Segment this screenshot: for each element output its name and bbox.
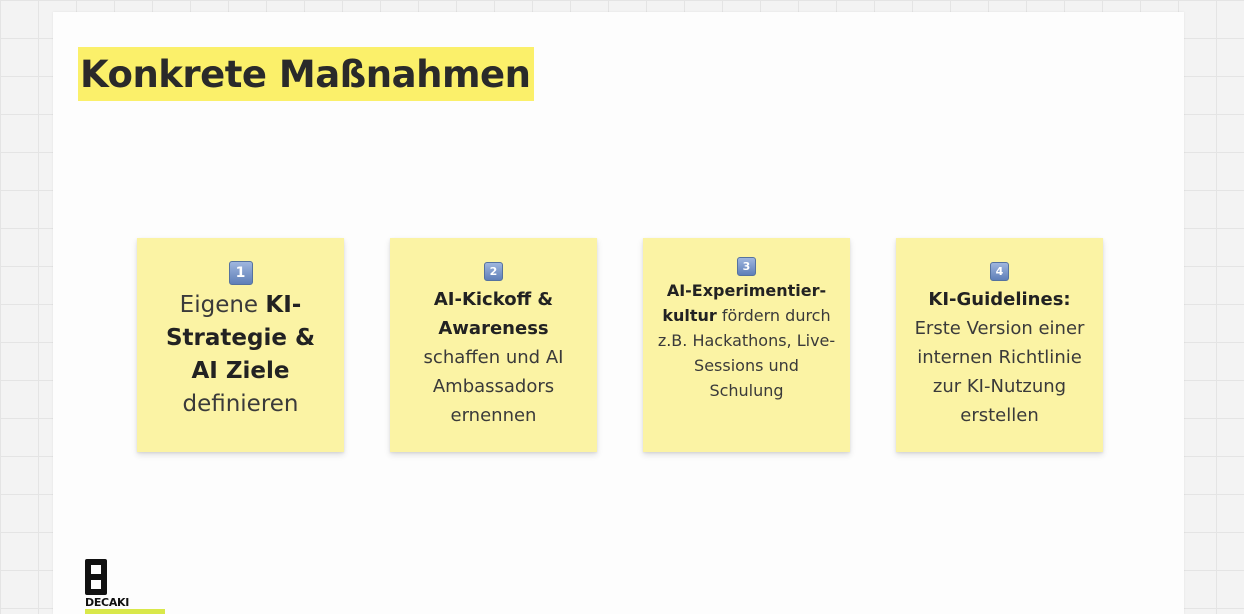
number-4-icon: 4: [990, 262, 1009, 281]
number-2-icon: 2: [484, 262, 503, 281]
note-2-text: AI-Kickoff & Awareness schaffen und AI A…: [423, 289, 564, 426]
sticky-note-4[interactable]: 4 KI-Guidelines: Erste Version einer int…: [896, 238, 1103, 452]
decaki-logo: DECAKI: [85, 559, 165, 614]
note-3-text: AI-Experimentier-kultur fördern durch z.…: [657, 281, 836, 400]
sticky-note-2[interactable]: 2 AI-Kickoff & Awareness schaffen und AI…: [390, 238, 597, 452]
note-4-text: KI-Guidelines: Erste Version einer inter…: [914, 289, 1085, 426]
slide-title: Konkrete Maßnahmen: [80, 53, 531, 96]
sticky-note-3[interactable]: 3 AI-Experimentier-kultur fördern durch …: [643, 238, 850, 452]
note-1-text: Eigene KI-Strategie & AI Ziele definiere…: [165, 292, 316, 417]
logo-bar: [85, 609, 165, 614]
logo-mark-icon: [85, 559, 107, 595]
number-3-icon: 3: [737, 257, 756, 276]
title-highlight: Konkrete Maßnahmen: [78, 47, 535, 101]
sticky-note-1[interactable]: 1 Eigene KI-Strategie & AI Ziele definie…: [137, 238, 344, 452]
slide: Konkrete Maßnahmen 1 Eigene KI-Strategie…: [53, 12, 1184, 614]
logo-text: DECAKI: [85, 596, 130, 609]
number-1-icon: 1: [228, 261, 253, 285]
